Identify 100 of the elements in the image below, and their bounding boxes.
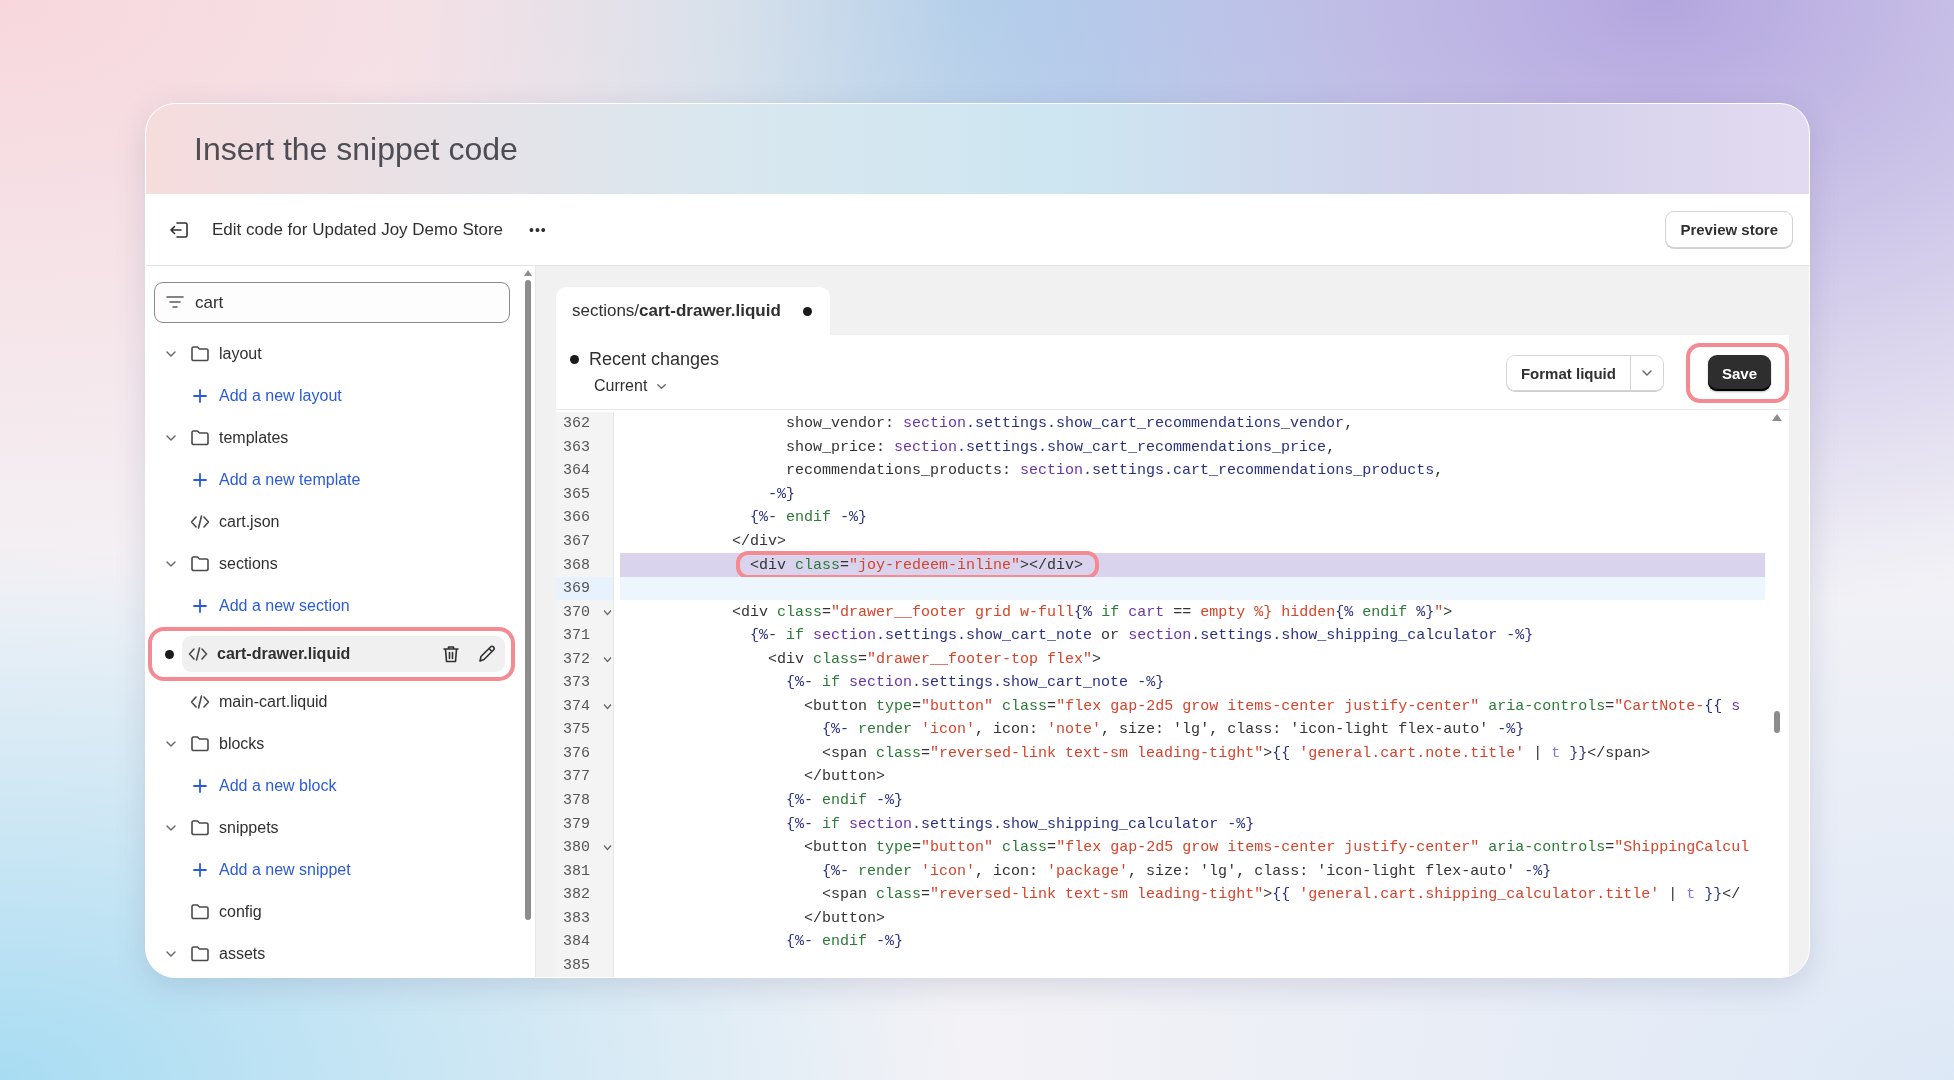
- file-item[interactable]: cart.json: [184, 504, 507, 540]
- code-line: <div class="drawer__footer grid w-full{% if cart == empty %} hidden{% endif %}">: [731, 603, 1453, 621]
- line-number: 366: [563, 509, 590, 527]
- code-line: <span class="reversed-link text-sm leading-tight">{{ 'general.cart.note.title' | t }}</span>: [821, 744, 1651, 762]
- add-file-link[interactable]: Add a new section: [184, 588, 507, 624]
- code-line: {%- if section.settings.show_cart_note or section.settings.show_shipping_calculator -%}: [749, 627, 1534, 645]
- fold-chevron-icon[interactable]: [602, 655, 612, 663]
- file-tab[interactable]: sections/cart-drawer.liquid: [556, 287, 830, 335]
- folder-icon: [190, 819, 210, 837]
- more-button[interactable]: •••: [525, 217, 551, 242]
- line-number: 362: [563, 415, 590, 433]
- line-number: 368: [563, 556, 590, 574]
- folder-item[interactable]: config: [184, 894, 507, 930]
- format-liquid-button[interactable]: Format liquid: [1506, 356, 1631, 390]
- line-number: 372: [563, 650, 590, 668]
- folder-item[interactable]: layout: [184, 336, 507, 372]
- fold-chevron-icon[interactable]: [602, 702, 612, 710]
- line-number: 374: [563, 697, 590, 715]
- line-number: 381: [563, 862, 590, 880]
- code-line: <button type="button" class="flex gap-2d5 grow items-center justify-center" aria-controls="ShippingCalcul: [803, 839, 1750, 857]
- folder-item[interactable]: templates: [184, 420, 507, 456]
- folder-icon: [190, 945, 210, 963]
- folder-item[interactable]: snippets: [184, 810, 507, 846]
- folder-item[interactable]: assets: [184, 936, 507, 972]
- line-number: 384: [563, 933, 590, 951]
- trash-icon[interactable]: [442, 644, 460, 664]
- code-line: <span class="reversed-link text-sm leading-tight">{{ 'general.cart.shipping_calculator.title' | t }}</: [821, 886, 1741, 904]
- code-line: <div class="drawer__footer-top flex">: [767, 650, 1102, 668]
- code-line: </button>: [803, 909, 886, 927]
- code-icon: [190, 694, 210, 710]
- line-number: 377: [563, 768, 590, 786]
- folder-item[interactable]: blocks: [184, 726, 507, 762]
- add-file-link[interactable]: Add a new layout: [184, 378, 507, 414]
- code-line: {%- endif -%}: [749, 509, 868, 527]
- add-file-link[interactable]: Add a new template: [184, 462, 507, 498]
- file-item[interactable]: main-cart.liquid: [184, 684, 507, 720]
- plus-icon: [190, 388, 210, 404]
- pencil-icon[interactable]: [477, 644, 497, 664]
- line-number: 380: [563, 839, 590, 857]
- code-line: {%- if section.settings.show_cart_note -%}: [785, 674, 1165, 692]
- line-number: 364: [563, 462, 590, 480]
- code-line: </div>: [731, 533, 787, 550]
- version-dropdown[interactable]: Current: [570, 377, 720, 395]
- line-number: 363: [563, 438, 590, 456]
- scroll-up-icon[interactable]: [524, 270, 532, 276]
- fold-chevron-icon[interactable]: [602, 608, 612, 616]
- line-number: 385: [563, 956, 590, 974]
- save-button[interactable]: Save: [1707, 355, 1771, 391]
- scroll-up-icon[interactable]: [1772, 414, 1782, 421]
- folder-icon: [190, 735, 210, 753]
- unsaved-dot-icon: [164, 649, 174, 659]
- status-dot-icon: [570, 355, 579, 364]
- plus-icon: [190, 778, 210, 794]
- code-line: show_vendor: section.settings.show_cart_recommendations_vendor,: [785, 415, 1354, 433]
- folder-icon: [190, 429, 210, 447]
- scrollbar-thumb[interactable]: [525, 280, 531, 920]
- code-line: {%- render 'icon', icon: 'package', size: 'lg', class: 'icon-light flex-auto' -%}: [821, 862, 1552, 880]
- search-field[interactable]: cart: [154, 282, 510, 323]
- line-number: 379: [563, 815, 590, 833]
- plus-icon: [190, 472, 210, 488]
- line-number: 378: [563, 792, 590, 809]
- line-number: 383: [563, 909, 590, 927]
- code-line: -%}: [767, 485, 796, 503]
- code-line: <button type="button" class="flex gap-2d5 grow items-center justify-center" aria-controls="CartNote-{{ s: [803, 697, 1741, 715]
- recent-changes-label: Recent changes: [589, 349, 720, 370]
- code-icon: [190, 514, 210, 530]
- line-number: 369: [563, 580, 590, 598]
- fold-chevron-icon[interactable]: [602, 844, 612, 852]
- exit-icon[interactable]: [168, 219, 190, 240]
- editor-title: Edit code for Updated Joy Demo Store: [212, 219, 504, 240]
- code-icon: [188, 646, 208, 662]
- code-line: {%- render 'icon', icon: 'note', size: 'lg', class: 'icon-light flex-auto' -%}: [821, 721, 1525, 739]
- line-number: 376: [563, 744, 590, 762]
- plus-icon: [190, 598, 210, 614]
- code-line: <div class="joy-redeem-inline"></div>: [749, 556, 1084, 574]
- file-item[interactable]: cart-drawer.liquid: [182, 636, 505, 672]
- line-number: 373: [563, 674, 590, 692]
- code-line: {%- endif -%}: [785, 792, 904, 809]
- filter-icon: [166, 295, 184, 309]
- folder-icon: [190, 555, 210, 573]
- code-line: </button>: [803, 768, 886, 786]
- line-number: 367: [563, 533, 590, 550]
- preview-store-button[interactable]: Preview store: [1665, 211, 1793, 248]
- code-line: {%- if section.settings.show_shipping_calculator -%}: [785, 815, 1255, 833]
- unsaved-dot-icon: [802, 306, 812, 316]
- scrollbar-thumb[interactable]: [1774, 711, 1780, 733]
- line-number: 375: [563, 721, 590, 739]
- add-file-link[interactable]: Add a new block: [184, 768, 507, 804]
- plus-icon: [190, 862, 210, 878]
- page-heading: Insert the snippet code: [194, 130, 518, 168]
- folder-icon: [190, 345, 210, 363]
- code-line: show_price: section.settings.show_cart_recommendations_price,: [785, 438, 1336, 456]
- line-number: 370: [563, 603, 590, 621]
- code-line: {%- endif -%}: [785, 933, 904, 951]
- line-number: 365: [563, 485, 590, 503]
- line-number: 382: [563, 886, 590, 904]
- folder-icon: [190, 903, 210, 921]
- add-file-link[interactable]: Add a new snippet: [184, 852, 507, 888]
- code-line: recommendations_products: section.settings.cart_recommendations_products,: [785, 462, 1444, 480]
- folder-item[interactable]: sections: [184, 546, 507, 582]
